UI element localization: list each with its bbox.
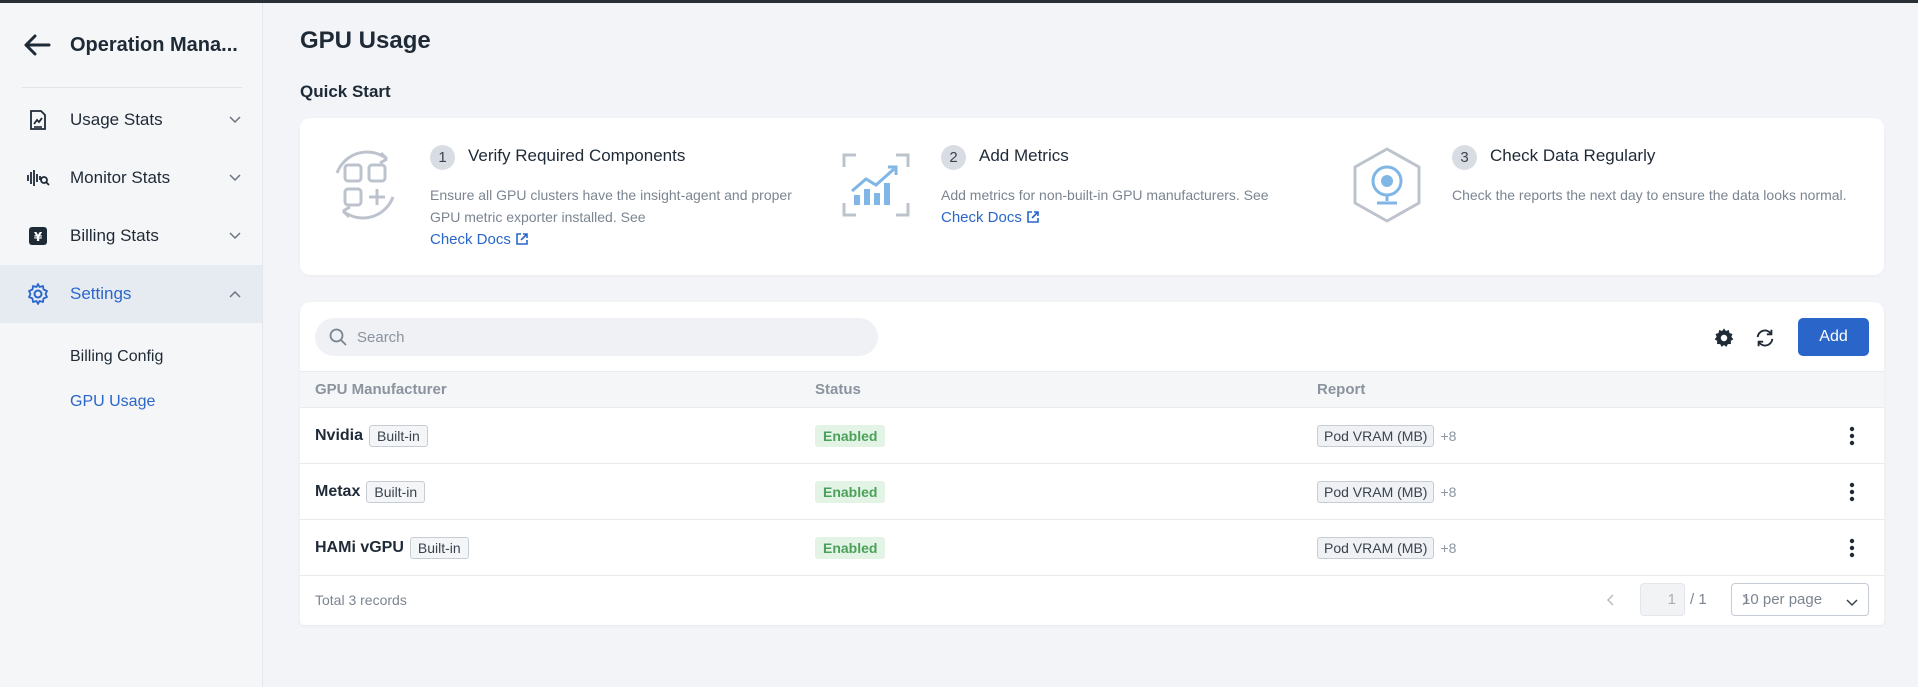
manufacturer-name: Nvidia: [315, 427, 364, 444]
column-header-status[interactable]: Status: [815, 381, 861, 398]
step-description-text: Add metrics for non-built-in GPU manufac…: [941, 187, 1269, 203]
quick-start-step-2: 2 Add Metrics Add metrics for non-built-…: [836, 118, 1336, 275]
step-description: Add metrics for non-built-in GPU manufac…: [941, 184, 1321, 229]
table-row[interactable]: Nvidia Built-in Enabled Pod VRAM (MB) +8: [300, 408, 1884, 464]
external-link-icon: [516, 233, 528, 245]
report-tag: Pod VRAM (MB): [1317, 425, 1435, 447]
step-description: Ensure all GPU clusters have the insight…: [430, 184, 800, 251]
sidebar-header: Operation Mana...: [0, 3, 262, 87]
check-docs-label: Check Docs: [430, 231, 511, 248]
step-number: 3: [1452, 145, 1477, 170]
more-actions-icon[interactable]: [1840, 480, 1864, 504]
sidebar-item-label: Monitor Stats: [70, 168, 171, 187]
search-icon: [329, 328, 347, 346]
step-description: Check the reports the next day to ensure…: [1452, 187, 1847, 203]
sidebar-divider: [22, 87, 242, 88]
sidebar-item-label: Settings: [70, 284, 132, 303]
check-docs-label: Check Docs: [941, 209, 1022, 226]
sidebar-item-monitor-stats[interactable]: Monitor Stats: [0, 149, 262, 207]
more-actions-icon[interactable]: [1840, 536, 1864, 560]
pagination-bar: Total 3 records / 1 10 per page: [300, 576, 1884, 625]
page-title: GPU Usage: [300, 27, 431, 54]
metrics-chart-icon: [836, 145, 916, 225]
add-button[interactable]: Add: [1798, 318, 1869, 356]
sidebar-title: Operation Mana...: [70, 33, 238, 56]
components-cycle-icon: [325, 145, 405, 225]
built-in-tag: Built-in: [409, 537, 469, 559]
sidebar-subitem-gpu-usage[interactable]: GPU Usage: [0, 379, 262, 424]
back-arrow-icon[interactable]: [22, 30, 52, 60]
report-cell: Pod VRAM (MB) +8: [1317, 408, 1456, 464]
quick-start-step-3: 3 Check Data Regularly Check the reports…: [1347, 118, 1867, 275]
chevron-down-icon: [228, 171, 242, 185]
sidebar: Operation Mana... Usage Stats Monitor St…: [0, 3, 263, 687]
report-more-count[interactable]: +8: [1440, 484, 1456, 500]
page-number-input[interactable]: [1640, 583, 1685, 616]
report-cell: Pod VRAM (MB) +8: [1317, 464, 1456, 520]
column-header-report[interactable]: Report: [1317, 381, 1365, 398]
sidebar-item-label: Billing Stats: [70, 226, 159, 245]
status-badge: Enabled: [815, 481, 886, 503]
page-total: / 1: [1690, 591, 1707, 608]
refresh-icon[interactable]: [1753, 326, 1777, 350]
status-cell: Enabled: [815, 408, 886, 464]
search-box[interactable]: [315, 318, 878, 356]
table-row[interactable]: Metax Built-in Enabled Pod VRAM (MB) +8: [300, 464, 1884, 520]
status-badge: Enabled: [815, 425, 886, 447]
check-docs-link[interactable]: Check Docs: [941, 209, 1040, 226]
billing-stats-icon: ¥: [26, 224, 50, 248]
status-cell: Enabled: [815, 464, 886, 520]
external-link-icon: [1027, 211, 1039, 223]
manufacturer-cell: HAMi vGPU Built-in: [315, 520, 469, 576]
report-more-count[interactable]: +8: [1440, 428, 1456, 444]
check-docs-link[interactable]: Check Docs: [430, 231, 529, 248]
quick-start-title: Quick Start: [300, 82, 391, 101]
report-cell: Pod VRAM (MB) +8: [1317, 520, 1456, 576]
step-title: Check Data Regularly: [1490, 146, 1656, 165]
gpu-table-card: Add GPU Manufacturer Status Report Nvidi…: [300, 302, 1884, 625]
step-title: Add Metrics: [979, 146, 1069, 165]
sidebar-item-billing-stats[interactable]: ¥ Billing Stats: [0, 207, 262, 265]
svg-text:¥: ¥: [34, 230, 43, 244]
step-number: 2: [941, 145, 966, 170]
column-header-gpu-manufacturer[interactable]: GPU Manufacturer: [315, 381, 447, 398]
manufacturer-cell: Metax Built-in: [315, 464, 426, 520]
step-description-text: Ensure all GPU clusters have the insight…: [430, 187, 792, 225]
manufacturer-name: HAMi vGPU: [315, 539, 404, 556]
total-records: Total 3 records: [315, 592, 407, 608]
gear-icon: [26, 282, 50, 306]
chevron-down-icon: [1846, 594, 1858, 611]
manufacturer-cell: Nvidia Built-in: [315, 408, 428, 464]
table-header: GPU Manufacturer Status Report: [300, 371, 1884, 408]
sidebar-item-usage-stats[interactable]: Usage Stats: [0, 91, 262, 149]
chevron-left-icon[interactable]: [1602, 592, 1618, 608]
per-page-select[interactable]: 10 per page: [1731, 583, 1869, 616]
per-page-value: 10 per page: [1742, 591, 1823, 608]
built-in-tag: Built-in: [369, 425, 428, 447]
manufacturer-name: Metax: [315, 483, 361, 500]
chevron-up-icon: [228, 287, 242, 301]
sidebar-subitem-billing-config[interactable]: Billing Config: [0, 334, 262, 379]
quick-start-step-1: 1 Verify Required Components Ensure all …: [325, 118, 825, 275]
sidebar-item-label: Usage Stats: [70, 110, 163, 129]
report-tag: Pod VRAM (MB): [1317, 481, 1435, 503]
quick-start-card: 1 Verify Required Components Ensure all …: [300, 118, 1884, 275]
step-number: 1: [430, 145, 455, 170]
webcam-check-icon: [1347, 145, 1427, 225]
chevron-down-icon: [228, 229, 242, 243]
chevron-down-icon: [228, 113, 242, 127]
settings-gear-icon[interactable]: [1712, 326, 1736, 350]
report-more-count[interactable]: +8: [1440, 540, 1456, 556]
status-badge: Enabled: [815, 537, 886, 559]
search-input[interactable]: [357, 328, 837, 346]
more-actions-icon[interactable]: [1840, 424, 1864, 448]
usage-stats-icon: [26, 108, 50, 132]
table-row[interactable]: HAMi vGPU Built-in Enabled Pod VRAM (MB)…: [300, 520, 1884, 576]
report-tag: Pod VRAM (MB): [1317, 537, 1435, 559]
built-in-tag: Built-in: [366, 481, 426, 503]
status-cell: Enabled: [815, 520, 886, 576]
monitor-stats-icon: [26, 166, 50, 190]
step-title: Verify Required Components: [468, 146, 686, 165]
sidebar-item-settings[interactable]: Settings: [0, 265, 262, 323]
